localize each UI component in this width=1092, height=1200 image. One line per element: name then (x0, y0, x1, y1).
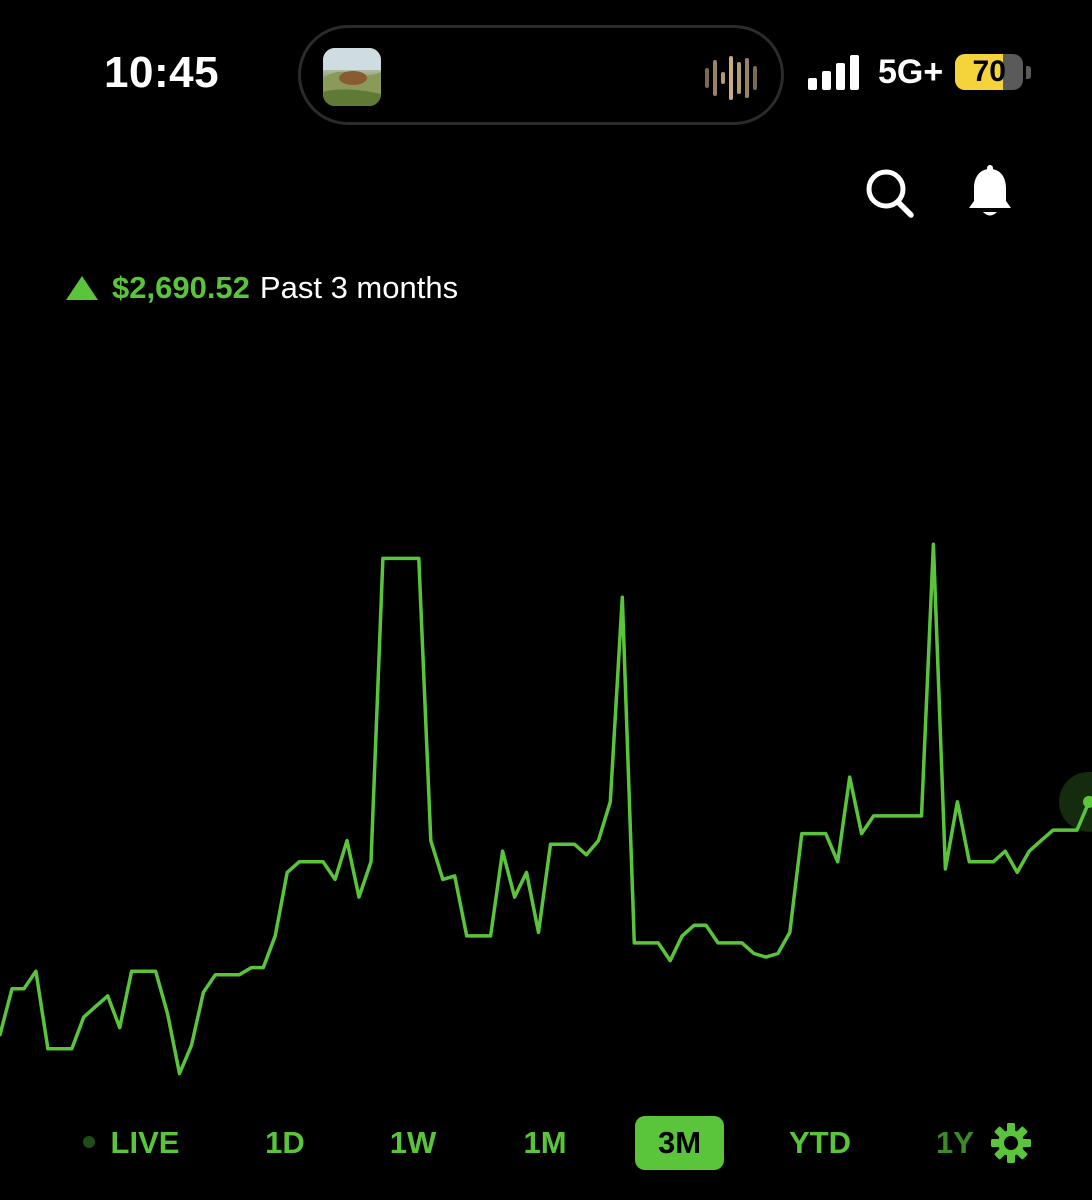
audio-waveform-icon (705, 56, 757, 100)
dynamic-island[interactable] (298, 25, 784, 125)
bell-icon[interactable] (962, 163, 1018, 223)
chart-end-point (1083, 795, 1092, 808)
chart-end-halo (1059, 771, 1092, 832)
gear-icon[interactable] (990, 1122, 1032, 1164)
portfolio-line-chart[interactable] (0, 0, 1092, 1200)
screen: 10:45 5G+ 70 $2,690.52 Past 3 months LIV… (0, 0, 1092, 1200)
range-1d[interactable]: 1D (256, 1116, 314, 1170)
gain-amount: $2,690.52 (112, 270, 250, 305)
live-dot-icon (83, 1136, 95, 1148)
range-1m[interactable]: 1M (514, 1116, 576, 1170)
range-1w[interactable]: 1W (382, 1116, 444, 1170)
range-3m[interactable]: 3M (635, 1116, 724, 1170)
status-indicators: 5G+ 70 (806, 50, 1033, 94)
battery-percent: 70 (972, 55, 1006, 88)
network-type: 5G+ (878, 52, 944, 91)
range-selector: LIVE 1D 1W 1M 3M YTD 1Y (0, 1116, 1092, 1172)
triangle-up-icon (66, 276, 98, 300)
album-art (323, 48, 381, 106)
range-live[interactable]: LIVE (106, 1116, 184, 1170)
status-time: 10:45 (104, 48, 220, 97)
chart-series-line (0, 542, 1091, 1076)
battery-icon: 70 (955, 54, 1033, 90)
range-ytd[interactable]: YTD (782, 1116, 858, 1170)
gain-summary: $2,690.52 Past 3 months (66, 268, 458, 308)
gain-period: Past 3 months (259, 270, 459, 305)
signal-bars-icon (808, 55, 859, 90)
range-1y[interactable]: 1Y (928, 1116, 982, 1170)
search-icon[interactable] (862, 163, 918, 223)
